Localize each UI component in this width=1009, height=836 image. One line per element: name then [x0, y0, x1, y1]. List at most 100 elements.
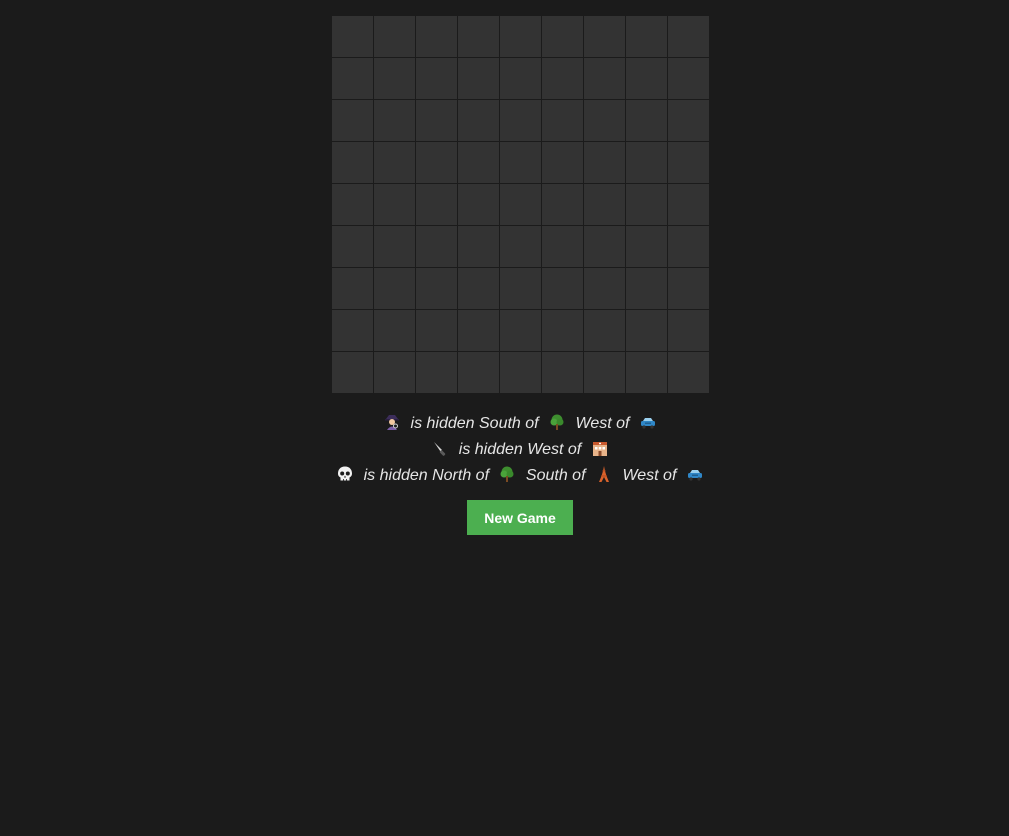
game-board	[331, 15, 709, 393]
clue-line-2: is hidden West of	[0, 437, 1009, 463]
board-cell[interactable]	[668, 58, 709, 99]
board-cell[interactable]	[332, 226, 373, 267]
board-cell[interactable]	[542, 310, 583, 351]
board-cell[interactable]	[416, 16, 457, 57]
board-cell[interactable]	[626, 226, 667, 267]
board-cell[interactable]	[584, 16, 625, 57]
car-icon	[639, 413, 657, 431]
board-cell[interactable]	[374, 268, 415, 309]
tree-icon	[498, 465, 516, 483]
skull-icon	[336, 465, 354, 483]
board-cell[interactable]	[416, 226, 457, 267]
clue-text: is hidden South of	[410, 415, 539, 432]
board-cell[interactable]	[458, 226, 499, 267]
board-cell[interactable]	[668, 226, 709, 267]
board-cell[interactable]	[458, 100, 499, 141]
tower-icon	[595, 465, 613, 483]
board-cell[interactable]	[584, 226, 625, 267]
board-cell[interactable]	[374, 226, 415, 267]
board-cell[interactable]	[416, 184, 457, 225]
clue-line-3: is hidden North of South of West of	[0, 463, 1009, 489]
clue-text: is hidden West of	[458, 441, 582, 458]
board-cell[interactable]	[332, 184, 373, 225]
board-cell[interactable]	[458, 16, 499, 57]
board-cell[interactable]	[584, 352, 625, 393]
board-cell[interactable]	[374, 16, 415, 57]
board-cell[interactable]	[500, 16, 541, 57]
board-cell[interactable]	[332, 310, 373, 351]
board-cell[interactable]	[584, 184, 625, 225]
board-cell[interactable]	[416, 58, 457, 99]
board-cell[interactable]	[374, 352, 415, 393]
board-cell[interactable]	[500, 352, 541, 393]
board-cell[interactable]	[626, 142, 667, 183]
board-cell[interactable]	[626, 184, 667, 225]
board-cell[interactable]	[668, 310, 709, 351]
board-cell[interactable]	[584, 58, 625, 99]
board-cell[interactable]	[500, 226, 541, 267]
board-cell[interactable]	[626, 100, 667, 141]
board-cell[interactable]	[542, 184, 583, 225]
board-cell[interactable]	[584, 268, 625, 309]
board-cell[interactable]	[500, 184, 541, 225]
board-cell[interactable]	[458, 352, 499, 393]
board-cell[interactable]	[668, 268, 709, 309]
board-cell[interactable]	[626, 16, 667, 57]
clue-text: West of	[622, 467, 677, 484]
board-cell[interactable]	[416, 142, 457, 183]
board-cell[interactable]	[458, 268, 499, 309]
board-cell[interactable]	[332, 352, 373, 393]
board-cell[interactable]	[332, 58, 373, 99]
board-cell[interactable]	[626, 58, 667, 99]
board-cell[interactable]	[458, 310, 499, 351]
board-cell[interactable]	[668, 142, 709, 183]
board-cell[interactable]	[542, 100, 583, 141]
board-cell[interactable]	[500, 268, 541, 309]
board-cell[interactable]	[332, 142, 373, 183]
board-cell[interactable]	[332, 100, 373, 141]
board-cell[interactable]	[542, 268, 583, 309]
board-cell[interactable]	[542, 16, 583, 57]
clue-text: West of	[575, 415, 630, 432]
game-app: is hidden South of West of is hidden Wes…	[0, 0, 1009, 836]
board-cell[interactable]	[458, 142, 499, 183]
board-cell[interactable]	[416, 268, 457, 309]
board-cell[interactable]	[500, 58, 541, 99]
board-cell[interactable]	[374, 58, 415, 99]
board-cell[interactable]	[374, 100, 415, 141]
board-cell[interactable]	[668, 352, 709, 393]
board-cell[interactable]	[416, 100, 457, 141]
board-cell[interactable]	[626, 268, 667, 309]
board-cell[interactable]	[542, 142, 583, 183]
board-cell[interactable]	[584, 142, 625, 183]
clue-line-1: is hidden South of West of	[0, 411, 1009, 437]
board-cell[interactable]	[668, 16, 709, 57]
board-cell[interactable]	[668, 184, 709, 225]
board-cell[interactable]	[626, 352, 667, 393]
board-cell[interactable]	[584, 100, 625, 141]
board-cell[interactable]	[458, 58, 499, 99]
board-cell[interactable]	[500, 142, 541, 183]
board-cell[interactable]	[542, 58, 583, 99]
board-cell[interactable]	[584, 310, 625, 351]
board-cell[interactable]	[542, 226, 583, 267]
board-cell[interactable]	[332, 16, 373, 57]
new-game-button[interactable]: New Game	[467, 500, 573, 535]
car-icon	[686, 465, 704, 483]
board-cell[interactable]	[626, 310, 667, 351]
board-cell[interactable]	[374, 310, 415, 351]
board-cell[interactable]	[416, 352, 457, 393]
building-icon	[591, 439, 609, 457]
board-cell[interactable]	[668, 100, 709, 141]
knife-icon	[431, 439, 449, 457]
board-cell[interactable]	[500, 310, 541, 351]
board-cell[interactable]	[542, 352, 583, 393]
board-cell[interactable]	[500, 100, 541, 141]
board-cell[interactable]	[458, 184, 499, 225]
board-cell[interactable]	[374, 142, 415, 183]
clue-list: is hidden South of West of is hidden Wes…	[0, 411, 1009, 489]
board-cell[interactable]	[416, 310, 457, 351]
board-cell[interactable]	[374, 184, 415, 225]
detective-icon	[383, 413, 401, 431]
board-cell[interactable]	[332, 268, 373, 309]
